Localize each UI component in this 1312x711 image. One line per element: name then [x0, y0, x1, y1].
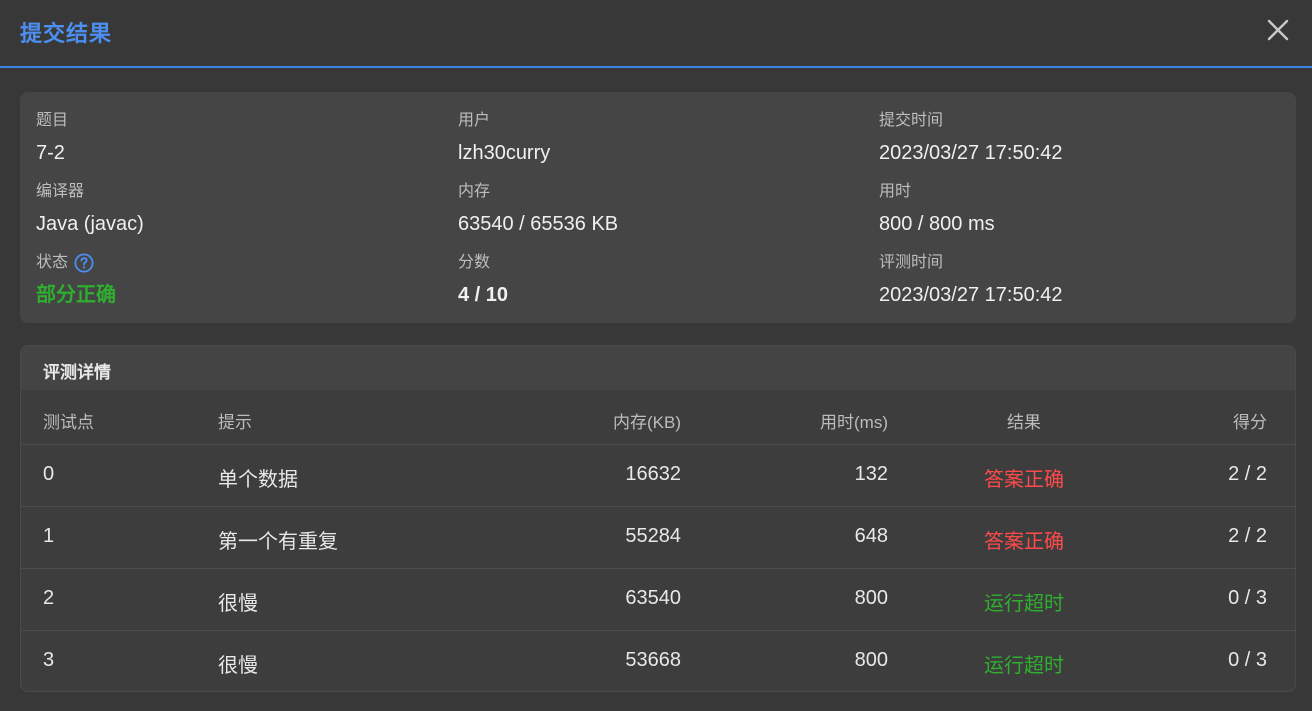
question-circle-icon: [74, 253, 94, 273]
status-help-button[interactable]: [74, 253, 94, 273]
status-value: 部分正确: [36, 284, 116, 306]
submit-time-value: 2023/03/27 17:50:42: [879, 142, 1063, 164]
cell-case: 1: [43, 525, 55, 547]
cell-time: 648: [854, 525, 888, 547]
cell-result: 运行超时: [984, 593, 1064, 615]
cell-result: 运行超时: [984, 655, 1064, 677]
score-label: 分数: [458, 254, 491, 271]
judge-time-value: 2023/03/27 17:50:42: [879, 284, 1063, 306]
table-row: 0 单个数据 16632 132 答案正确 2 / 2: [21, 445, 1295, 507]
judge-time-info: 评测时间 2023/03/27 17:50:42: [879, 252, 1279, 308]
compiler-label: 编译器: [36, 183, 85, 200]
memory-value: 63540 / 65536 KB: [458, 213, 619, 235]
table-row: 1 第一个有重复 55284 648 答案正确 2 / 2: [21, 507, 1295, 569]
score-value: 4 / 10: [458, 284, 509, 306]
table-row: 3 很慢 53668 800 运行超时 0 / 3: [21, 631, 1295, 691]
memory-info: 内存 63540 / 65536 KB: [458, 181, 858, 237]
user-value: lzh30curry: [458, 142, 551, 164]
time-used-info: 用时 800 / 800 ms: [879, 181, 1279, 237]
score-info: 分数 4 / 10: [458, 252, 858, 308]
table-header: 测试点 提示 内存(KB) 用时(ms) 结果 得分: [21, 390, 1295, 445]
compiler-value: Java (javac): [36, 213, 144, 235]
cell-memory: 55284: [625, 525, 681, 547]
cell-case: 3: [43, 649, 55, 671]
cell-hint: 很慢: [218, 655, 258, 677]
dialog-title: 提交结果: [20, 21, 113, 46]
user-label: 用户: [458, 112, 491, 129]
close-button[interactable]: [1262, 14, 1294, 46]
table-row: 2 很慢 63540 800 运行超时 0 / 3: [21, 569, 1295, 631]
column-header-case: 测试点: [43, 413, 94, 432]
memory-label: 内存: [458, 183, 491, 200]
user-info: 用户 lzh30curry: [458, 110, 858, 166]
submit-time-info: 提交时间 2023/03/27 17:50:42: [879, 110, 1279, 166]
cell-memory: 16632: [625, 463, 681, 485]
column-header-time: 用时(ms): [820, 413, 888, 432]
compiler-info: 编译器 Java (javac): [36, 181, 436, 237]
close-icon: [1267, 19, 1289, 41]
judge-time-label: 评测时间: [879, 254, 944, 271]
column-header-result: 结果: [1007, 413, 1041, 432]
cell-time: 132: [854, 463, 888, 485]
cell-result: 答案正确: [984, 531, 1064, 553]
problem-label: 题目: [36, 112, 69, 129]
time-used-label: 用时: [879, 183, 912, 200]
judge-details-title: 评测详情: [43, 363, 111, 382]
cell-case: 0: [43, 463, 55, 485]
cell-score: 2 / 2: [1228, 525, 1267, 547]
time-used-value: 800 / 800 ms: [879, 213, 995, 235]
cell-hint: 很慢: [218, 593, 258, 615]
problem-info: 题目 7-2: [36, 110, 436, 166]
cell-memory: 53668: [625, 649, 681, 671]
submission-info-card: 题目 7-2 用户 lzh30curry 提交时间 2023/03/27 17:…: [20, 92, 1296, 323]
cell-score: 2 / 2: [1228, 463, 1267, 485]
column-header-score: 得分: [1233, 413, 1267, 432]
column-header-hint: 提示: [218, 413, 252, 432]
cell-score: 0 / 3: [1228, 649, 1267, 671]
judge-details-header: 评测详情: [21, 346, 1295, 390]
dialog-header: 提交结果: [0, 0, 1312, 68]
cell-hint: 第一个有重复: [218, 531, 338, 553]
cell-memory: 63540: [625, 587, 681, 609]
judge-details-card: 评测详情 测试点 提示 内存(KB) 用时(ms) 结果 得分 0 单个数据 1…: [20, 345, 1296, 692]
cell-result: 答案正确: [984, 469, 1064, 491]
cell-time: 800: [854, 587, 888, 609]
column-header-memory: 内存(KB): [613, 413, 681, 432]
cell-time: 800: [854, 649, 888, 671]
submit-time-label: 提交时间: [879, 112, 944, 129]
problem-value: 7-2: [36, 142, 65, 164]
cell-score: 0 / 3: [1228, 587, 1267, 609]
cell-hint: 单个数据: [218, 469, 298, 491]
status-label: 状态: [36, 254, 69, 271]
cell-case: 2: [43, 587, 55, 609]
status-info: 状态 部分正确: [36, 252, 436, 308]
